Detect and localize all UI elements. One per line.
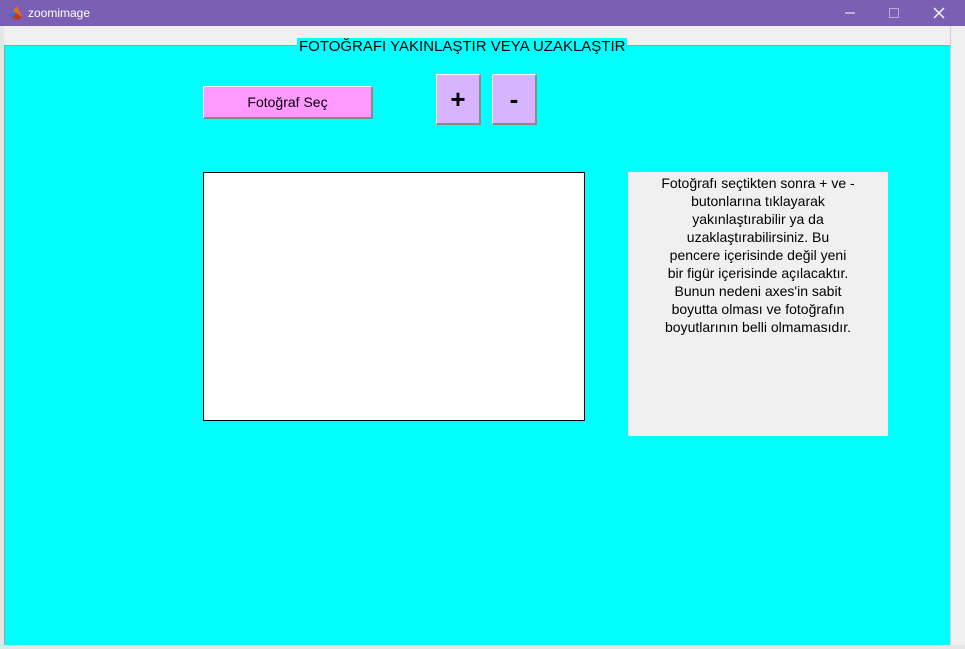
maximize-icon [889, 8, 899, 18]
panel-title: FOTOĞRAFI YAKINLAŞTIR VEYA UZAKLAŞTIR [297, 38, 628, 56]
zoom-in-button[interactable]: + [436, 74, 481, 125]
maximize-button[interactable] [871, 0, 917, 26]
info-line: bir figür içerisinde açılacaktır. [667, 265, 849, 281]
select-photo-button[interactable]: Fotoğraf Seç [203, 86, 373, 119]
minimize-button[interactable] [827, 0, 873, 26]
close-icon [933, 7, 945, 19]
info-line: uzaklaştırabilirsiniz. Bu [686, 229, 830, 245]
matlab-icon [7, 5, 23, 21]
info-line: pencere içerisinde değil yeni [669, 247, 847, 263]
app-window: zoomimage FOTOĞRAFI YAKINLAŞTIR VEYA UZA… [0, 0, 965, 649]
minimize-icon [845, 8, 855, 18]
title-bar[interactable]: zoomimage [0, 0, 965, 26]
window-bottom-edge [0, 645, 965, 649]
zoom-out-button[interactable]: - [492, 74, 537, 125]
info-line: butonlarına tıklayarak [691, 193, 825, 209]
info-line: yakınlaştırabilir ya da [692, 211, 824, 227]
info-text-box: Fotoğrafı seçtikten sonra + ve - butonla… [628, 172, 888, 436]
close-button[interactable] [916, 0, 962, 26]
window-title: zoomimage [28, 6, 91, 20]
info-line: Bunun nedeni axes'in sabit [674, 283, 842, 299]
info-line: Fotoğrafı seçtikten sonra + ve - [661, 175, 855, 191]
window-right-edge [950, 26, 965, 649]
image-axes [203, 172, 585, 421]
info-line: boyutta olması ve fotoğrafın [671, 301, 845, 317]
info-line: boyutlarının belli olmamasıdır. [665, 319, 851, 335]
